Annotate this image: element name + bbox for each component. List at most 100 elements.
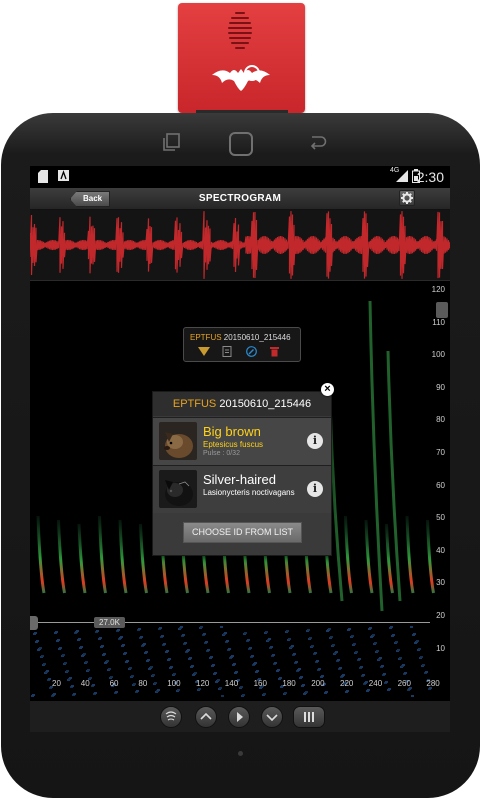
noise-speck — [288, 638, 291, 640]
noise-speck — [277, 669, 280, 671]
notes-icon[interactable] — [222, 346, 232, 357]
speaker-icon — [165, 711, 177, 721]
noise-speck — [372, 634, 375, 636]
recent-apps-icon[interactable] — [161, 131, 183, 153]
noise-speck — [73, 693, 76, 695]
noise-speck — [147, 659, 150, 661]
y-tick-label: 100 — [431, 350, 445, 360]
noise-speck — [140, 636, 143, 638]
noise-speck — [96, 630, 99, 632]
noise-speck — [420, 656, 423, 658]
noise-speck — [80, 646, 83, 648]
noise-speck — [138, 628, 141, 630]
noise-speck — [122, 644, 125, 646]
next-button[interactable] — [261, 706, 283, 728]
noise-speck — [335, 651, 338, 653]
call-streak — [405, 515, 415, 594]
expand-triangle-icon[interactable] — [198, 347, 210, 356]
noise-speck — [385, 681, 388, 683]
threshold-handle[interactable] — [30, 616, 38, 630]
home-button[interactable] — [229, 132, 253, 156]
noise-speck — [120, 636, 123, 638]
noise-speck — [383, 673, 386, 675]
noise-speck — [78, 638, 81, 640]
y-tick-label: 30 — [436, 578, 445, 588]
y-tick-label: 70 — [436, 448, 445, 457]
x-tick-label: 20 — [52, 679, 61, 688]
signal-icon — [396, 170, 408, 182]
noise-speck — [369, 627, 372, 629]
noise-speck — [152, 674, 155, 676]
action-bar: Back SPECTROGRAM — [30, 188, 450, 210]
noise-speck — [57, 639, 60, 641]
previous-button[interactable] — [195, 706, 217, 728]
settings-button[interactable] — [399, 190, 415, 206]
noise-speck — [256, 670, 259, 672]
back-arrow-icon[interactable] — [306, 131, 328, 153]
info-icon[interactable]: i — [307, 481, 323, 497]
big-brown-bat-photo — [159, 422, 197, 460]
noise-speck — [416, 640, 419, 642]
species-latin-name: Lasionycteris noctivagans — [203, 488, 295, 497]
noise-speck — [99, 637, 102, 639]
noise-speck — [247, 639, 250, 641]
noise-speck — [101, 645, 104, 647]
x-tick-label: 40 — [80, 679, 90, 688]
noise-speck — [362, 674, 365, 676]
noise-speck — [55, 631, 58, 633]
close-icon[interactable]: × — [321, 383, 334, 396]
species-option-big-brown[interactable]: Big brown Eptesicus fuscus Pulse : 0/32 … — [153, 417, 331, 465]
app-screen: 4G 2:30 Back SPECTROGRAM 120 110 100 90 … — [30, 166, 450, 732]
call-streak — [364, 519, 374, 594]
up-arrow-icon — [200, 712, 212, 720]
noise-speck — [34, 632, 37, 634]
x-tick-label: 100 — [167, 679, 181, 688]
y-tick-label: 10 — [436, 643, 445, 653]
noise-speck — [71, 685, 74, 687]
bat-logo-icon — [212, 65, 270, 91]
noise-speck — [274, 662, 277, 664]
noise-speck — [62, 654, 65, 656]
noise-speck — [83, 653, 86, 655]
noise-speck — [219, 687, 222, 689]
call-streak — [118, 519, 128, 594]
call-streak — [368, 300, 384, 612]
noise-speck — [365, 681, 368, 683]
x-tick-label: 60 — [109, 679, 119, 688]
page-title: SPECTROGRAM — [198, 193, 282, 204]
noise-speck — [94, 692, 97, 694]
info-icon[interactable]: i — [307, 433, 323, 449]
noise-speck — [48, 678, 51, 680]
noise-speck — [154, 682, 157, 684]
noise-speck — [214, 672, 217, 674]
noise-speck — [163, 643, 166, 645]
choose-id-button[interactable]: CHOOSE ID FROM LIST — [183, 522, 302, 543]
species-option-silver-haired[interactable]: Silver-haired Lasionycteris noctivagans … — [153, 465, 331, 513]
noise-speck — [87, 669, 90, 671]
noise-speck — [249, 647, 252, 649]
y-tick-label: 120 — [431, 285, 445, 294]
noise-speck — [131, 675, 134, 677]
pause-button[interactable] — [293, 706, 325, 728]
noise-speck — [194, 672, 197, 674]
y-tick-label: 110 — [432, 317, 445, 327]
noise-speck — [231, 655, 234, 657]
clock: 2:30 — [416, 169, 444, 185]
compass-icon[interactable] — [246, 346, 257, 357]
call-streak — [57, 519, 66, 594]
trash-icon[interactable] — [270, 346, 279, 357]
waveform-display[interactable] — [30, 210, 450, 280]
noise-speck — [170, 666, 173, 668]
call-streak — [77, 523, 87, 594]
call-streak — [139, 523, 148, 594]
noise-speck — [284, 692, 287, 694]
noise-speck — [311, 645, 314, 647]
noise-speck — [318, 668, 321, 670]
noise-speck — [321, 675, 324, 677]
play-button[interactable] — [228, 706, 250, 728]
y-tick-label: 90 — [436, 382, 445, 392]
noise-speck — [143, 643, 146, 645]
noise-speck — [205, 641, 208, 643]
status-bar: 4G 2:30 — [30, 166, 450, 188]
speaker-button[interactable] — [160, 706, 182, 728]
